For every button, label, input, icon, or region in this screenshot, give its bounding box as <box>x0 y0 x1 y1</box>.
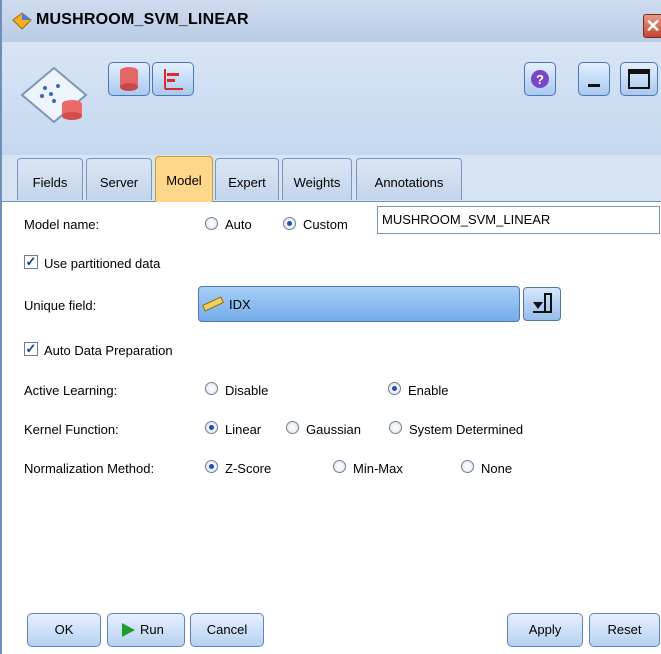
svg-text:?: ? <box>536 72 544 87</box>
database-icon <box>120 67 138 91</box>
unique-field-selector[interactable]: IDX <box>198 286 520 322</box>
tab-expert[interactable]: Expert <box>215 158 279 200</box>
model-name-auto-label: Auto <box>225 217 252 232</box>
tab-server[interactable]: Server <box>86 158 152 200</box>
active-learning-disable-radio[interactable] <box>205 382 218 395</box>
play-icon <box>122 623 135 637</box>
close-button[interactable]: ✕ <box>643 14 661 38</box>
normalization-minmax-radio[interactable] <box>333 460 346 473</box>
unique-field-value: IDX <box>229 297 251 312</box>
apply-button[interactable]: Apply <box>507 613 583 647</box>
kernel-gaussian-radio[interactable] <box>286 421 299 434</box>
normalization-method-label: Normalization Method: <box>24 461 155 476</box>
active-learning-enable-radio[interactable] <box>388 382 401 395</box>
active-learning-enable-label: Enable <box>408 383 449 398</box>
auto-data-preparation-label: Auto Data Preparation <box>44 343 173 358</box>
help-icon: ? <box>531 70 549 88</box>
normalization-zscore-label: Z-Score <box>225 461 272 476</box>
kernel-system-determined-label: System Determined <box>409 422 524 437</box>
ok-button[interactable]: OK <box>27 613 101 647</box>
field-picker-button[interactable] <box>523 287 561 321</box>
database-button[interactable] <box>108 62 150 96</box>
minimize-icon <box>588 84 600 87</box>
dialog-window: MUSHROOM_SVM_LINEAR ✕ ? Fields Server Mo… <box>0 0 661 654</box>
tab-fields[interactable]: Fields <box>17 158 83 200</box>
run-label: Run <box>140 622 164 637</box>
field-picker-icon <box>533 293 552 313</box>
window-title: MUSHROOM_SVM_LINEAR <box>36 11 249 28</box>
auto-data-preparation-checkbox[interactable]: ✓ <box>24 342 38 356</box>
normalization-none-label: None <box>481 461 513 476</box>
ruler-icon <box>202 296 224 312</box>
model-name-label: Model name: <box>24 217 100 232</box>
kernel-gaussian-label: Gaussian <box>306 422 361 437</box>
model-name-input[interactable]: MUSHROOM_SVM_LINEAR <box>377 206 660 234</box>
active-learning-label: Active Learning: <box>24 383 118 398</box>
use-partitioned-data-checkbox[interactable]: ✓ <box>24 255 38 269</box>
maximize-icon <box>628 69 650 89</box>
cancel-button[interactable]: Cancel <box>190 613 264 647</box>
normalization-minmax-label: Min-Max <box>353 461 403 476</box>
normalization-zscore-radio[interactable] <box>205 460 218 473</box>
kernel-function-label: Kernel Function: <box>24 422 119 437</box>
model-name-custom-label: Custom <box>303 217 348 232</box>
svm-model-icon <box>20 66 88 124</box>
kernel-system-determined-radio[interactable] <box>389 421 402 434</box>
model-name-auto-radio[interactable] <box>205 217 218 230</box>
toolbar-area <box>2 42 661 155</box>
reset-button[interactable]: Reset <box>589 613 660 647</box>
kernel-linear-label: Linear <box>225 422 262 437</box>
run-button[interactable]: Run <box>107 613 185 647</box>
model-name-custom-radio[interactable] <box>283 217 296 230</box>
maximize-button[interactable] <box>620 62 658 96</box>
chart-button[interactable] <box>152 62 194 96</box>
normalization-none-radio[interactable] <box>461 460 474 473</box>
tab-model[interactable]: Model <box>155 156 213 202</box>
help-button[interactable]: ? <box>524 62 556 96</box>
bar-chart-icon <box>164 69 183 90</box>
kernel-linear-radio[interactable] <box>205 421 218 434</box>
unique-field-label: Unique field: <box>24 298 97 313</box>
tab-weights[interactable]: Weights <box>282 158 352 200</box>
use-partitioned-data-label: Use partitioned data <box>44 256 161 271</box>
title-bar: MUSHROOM_SVM_LINEAR ✕ <box>2 0 661 42</box>
diamond-icon <box>12 12 32 30</box>
active-learning-disable-label: Disable <box>225 383 269 398</box>
minimize-button[interactable] <box>578 62 610 96</box>
tab-annotations[interactable]: Annotations <box>356 158 462 200</box>
